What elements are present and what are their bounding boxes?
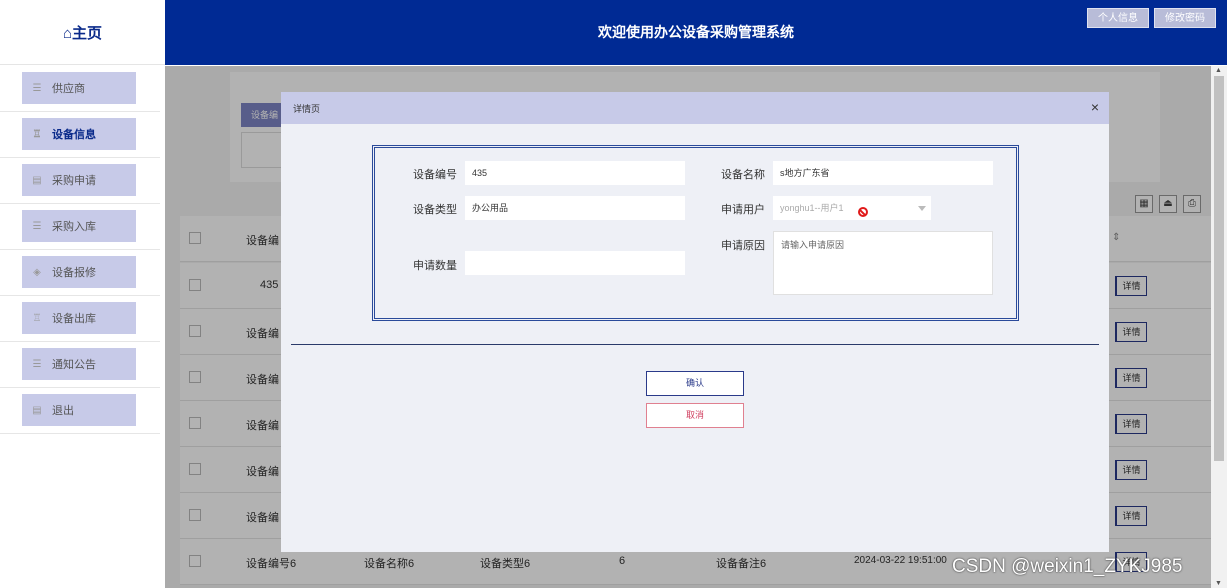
sidebar: ☰ 供应商 ♖ 设备信息 ▤ 采购申请 ☰ 采购入库 ◈ 设备报修 ♖ 设备出库 ☰ 通知公告… (0, 66, 165, 588)
sidebar-item-label: 设备信息 (52, 129, 96, 141)
apply-reason-label: 申请原因 (721, 240, 765, 252)
cancel-button[interactable]: 取消 (646, 403, 744, 428)
dialog-title: 详情页 (293, 104, 321, 114)
device-type-field[interactable]: 办公用品 (465, 196, 685, 220)
change-password-button[interactable]: 修改密码 (1154, 8, 1216, 28)
doc-icon: ▤ (32, 404, 42, 416)
divider (291, 344, 1099, 345)
apply-user-select[interactable]: yonghu1--用户1 (773, 196, 931, 220)
sidebar-item-supplier[interactable]: ☰ 供应商 (22, 72, 136, 104)
device-no-field[interactable]: 435 (465, 161, 685, 185)
list-icon: ☰ (32, 358, 42, 370)
sidebar-item-label: 设备报修 (52, 267, 96, 279)
device-no-label: 设备编号 (413, 169, 457, 181)
sidebar-item-purchase-stock-in[interactable]: ☰ 采购入库 (22, 210, 136, 242)
sidebar-item-label: 供应商 (52, 83, 85, 95)
sidebar-item-device-stock-out[interactable]: ♖ 设备出库 (22, 302, 136, 334)
detail-dialog: 详情页 × 设备编号 435 设备名称 s地方广东省 设备类型 办公用品 申请用… (281, 92, 1109, 552)
device-type-label: 设备类型 (413, 204, 457, 216)
scroll-down-icon[interactable]: ▼ (1215, 580, 1222, 587)
chevron-down-icon (918, 206, 926, 211)
scrollbar-thumb[interactable] (1214, 76, 1224, 461)
sidebar-item-label: 采购入库 (52, 221, 96, 233)
layers-icon: ◈ (33, 266, 41, 278)
sidebar-item-notice[interactable]: ☰ 通知公告 (22, 348, 136, 380)
device-name-field[interactable]: s地方广东省 (773, 161, 993, 185)
apply-qty-field[interactable] (465, 251, 685, 275)
scroll-up-icon[interactable]: ▲ (1215, 67, 1222, 74)
detail-form: 设备编号 435 设备名称 s地方广东省 设备类型 办公用品 申请用户 yong… (372, 145, 1019, 321)
sidebar-item-label: 采购申请 (52, 175, 96, 187)
top-banner: 欢迎使用办公设备采购管理系统 个人信息 修改密码 (165, 0, 1227, 65)
confirm-button[interactable]: 确认 (646, 371, 744, 396)
apply-user-label: 申请用户 (721, 204, 765, 216)
sidebar-item-device-repair[interactable]: ◈ 设备报修 (22, 256, 136, 288)
page-scrollbar[interactable]: ▲ ▼ (1211, 66, 1227, 588)
sidebar-item-purchase-request[interactable]: ▤ 采购申请 (22, 164, 136, 196)
watermark: CSDN @weixin1_ZYKJ985 (952, 556, 1183, 577)
list-icon: ☰ (32, 82, 42, 94)
not-allowed-icon (858, 207, 868, 217)
profile-button[interactable]: 个人信息 (1087, 8, 1149, 28)
device-name-label: 设备名称 (721, 169, 765, 181)
sidebar-item-label: 退出 (52, 405, 74, 417)
doc-icon: ▤ (32, 174, 42, 186)
sidebar-item-label: 设备出库 (52, 313, 96, 325)
sidebar-item-label: 通知公告 (52, 359, 96, 371)
sidebar-item-logout[interactable]: ▤ 退出 (22, 394, 136, 426)
sidebar-item-device-info[interactable]: ♖ 设备信息 (22, 118, 136, 150)
trash-icon: ♖ (32, 128, 42, 140)
page-title: 欢迎使用办公设备采购管理系统 (598, 24, 794, 40)
trash-icon: ♖ (32, 312, 42, 324)
close-icon[interactable]: × (1091, 99, 1099, 115)
apply-reason-textarea[interactable]: 请输入申请原因 (773, 231, 993, 295)
home-logo[interactable]: ⌂主页 (0, 0, 165, 65)
dialog-header: 详情页 × (281, 92, 1109, 124)
apply-qty-label: 申请数量 (413, 260, 457, 272)
list-icon: ☰ (32, 220, 42, 232)
